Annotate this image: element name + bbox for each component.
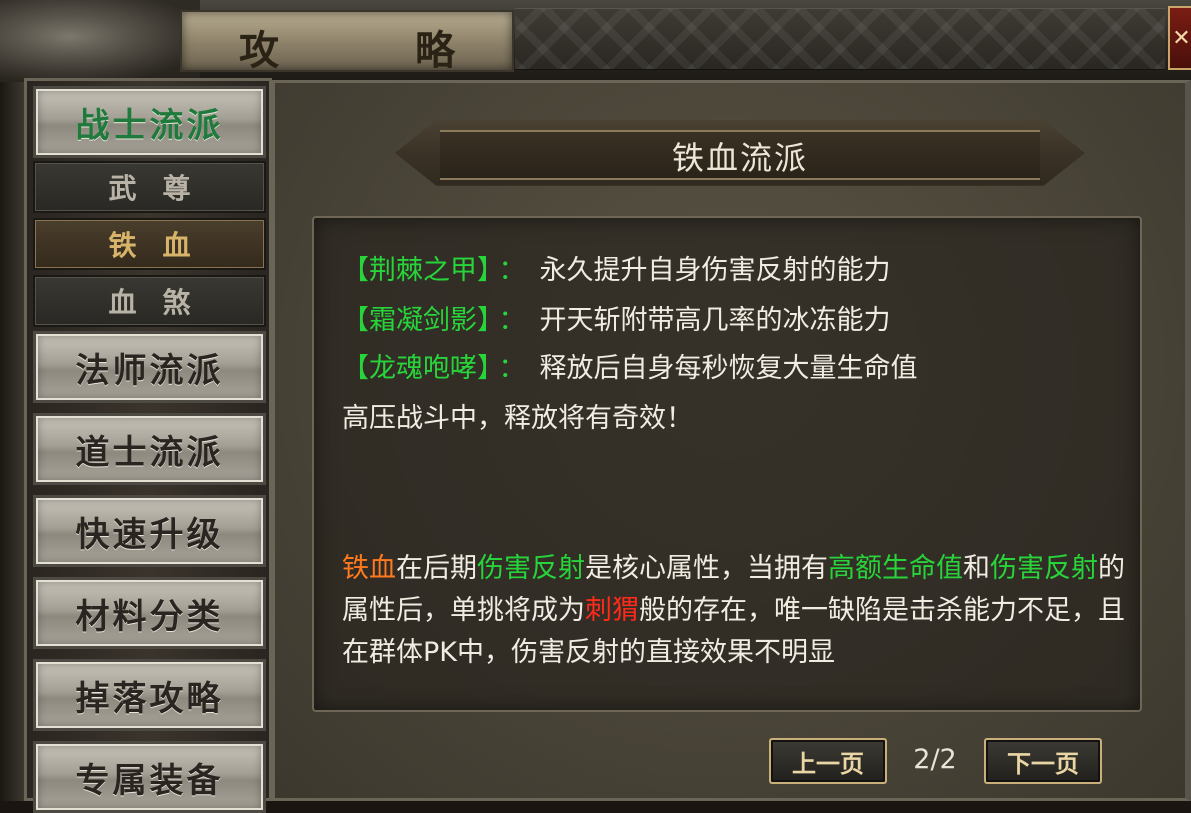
- highlight-text: 刺猬: [585, 595, 639, 626]
- body-text: 和: [963, 553, 990, 584]
- window-title: 攻 略: [239, 27, 503, 74]
- skill-line: 【荆棘之甲】： 永久提升自身伤害反射的能力: [342, 248, 891, 287]
- skill-separator: ：: [498, 255, 526, 286]
- close-button[interactable]: ✕: [1168, 6, 1191, 70]
- skill-separator: ：: [498, 305, 526, 336]
- next-page-button[interactable]: 下一页: [984, 738, 1102, 784]
- skill-separator: ：: [498, 353, 526, 384]
- highlight-text: 铁血: [342, 553, 396, 584]
- skill-name: 【霜凝剑影】: [342, 305, 491, 336]
- page-indicator: 2/2: [913, 744, 957, 775]
- highlight-text: 伤害反射: [477, 553, 585, 584]
- category-warrior[interactable]: 战士流派: [33, 86, 266, 158]
- body-text: 在后期: [396, 553, 477, 584]
- skill-desc: 开天斩附带高几率的冰冻能力: [539, 305, 891, 336]
- category-exclusive-gear[interactable]: 专属装备: [33, 741, 266, 813]
- category-quick-level[interactable]: 快速升级: [33, 495, 266, 567]
- title-plaque: 攻 略: [180, 10, 514, 74]
- highlight-text: 高额生命值: [828, 553, 963, 584]
- skill-name: 【龙魂咆哮】: [342, 353, 491, 384]
- skill-line: 【霜凝剑影】： 开天斩附带高几率的冰冻能力: [342, 298, 891, 337]
- category-materials[interactable]: 材料分类: [33, 577, 266, 649]
- category-taoist[interactable]: 道士流派: [33, 413, 266, 485]
- skill-desc: 释放后自身每秒恢复大量生命值: [539, 353, 918, 384]
- tip-text: 高压战斗中，释放将有奇效！: [342, 403, 693, 434]
- skill-desc: 永久提升自身伤害反射的能力: [539, 255, 891, 286]
- highlight-text: 伤害反射: [990, 553, 1098, 584]
- subitem-tiexue[interactable]: 铁血: [33, 218, 266, 270]
- skill-line: 【龙魂咆哮】： 释放后自身每秒恢复大量生命值: [342, 346, 918, 385]
- body-text: 是核心属性，当拥有: [585, 553, 828, 584]
- category-drops[interactable]: 掉落攻略: [33, 659, 266, 731]
- subitem-xuesha[interactable]: 血煞: [33, 275, 266, 327]
- title-bar: 攻 略 ✕: [0, 0, 1191, 84]
- content-title: 铁血流派: [671, 139, 808, 177]
- prev-page-button[interactable]: 上一页: [769, 738, 887, 784]
- title-pattern: [515, 8, 1165, 70]
- category-mage[interactable]: 法师流派: [33, 331, 266, 403]
- description-text: 铁血在后期伤害反射是核心属性，当拥有高额生命值和伤害反射的属性后，单挑将成为刺猬…: [342, 548, 1132, 674]
- dragon-ornament-icon: [0, 0, 200, 82]
- skill-name: 【荆棘之甲】: [342, 255, 491, 286]
- left-frame: [0, 82, 24, 801]
- subitem-wuzun[interactable]: 武尊: [33, 161, 266, 213]
